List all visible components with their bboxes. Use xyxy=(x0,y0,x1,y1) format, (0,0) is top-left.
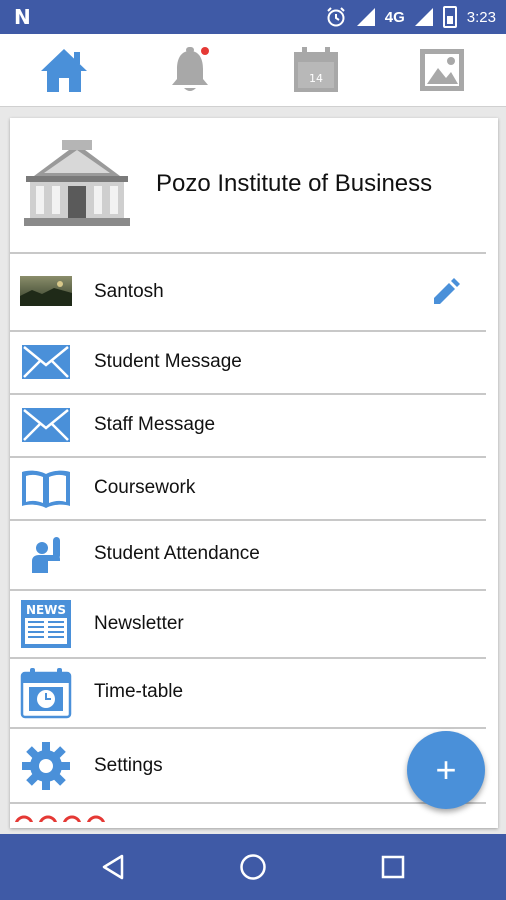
raised-hand-icon xyxy=(32,537,60,573)
menu-label: Settings xyxy=(94,755,163,776)
image-icon xyxy=(420,49,464,91)
clock: 3:23 xyxy=(466,8,496,26)
recents-button[interactable] xyxy=(376,850,410,884)
envelope-icon xyxy=(22,345,70,379)
menu-label: Newsletter xyxy=(94,613,184,634)
calendar-day: 14 xyxy=(309,72,323,85)
news-icon-text: NEWS xyxy=(26,603,66,617)
top-tab-bar: 14 xyxy=(0,34,506,107)
menu-label: Time-table xyxy=(94,681,184,702)
home-icon xyxy=(41,49,87,92)
drawer-header: Pozo Institute of Business xyxy=(10,118,486,254)
add-fab-button[interactable]: + xyxy=(407,731,485,809)
edit-profile-button[interactable] xyxy=(430,278,462,308)
signal-icon xyxy=(356,8,375,26)
tab-gallery[interactable] xyxy=(416,44,468,96)
calendar-clock-icon xyxy=(20,668,72,719)
navigation-drawer: Pozo Institute of Business Santosh Stude… xyxy=(10,118,498,828)
newspaper-icon: NEWS xyxy=(21,600,71,648)
status-icons: 4G 3:23 xyxy=(325,4,496,30)
signal-icon-2 xyxy=(414,8,433,26)
profile-photo xyxy=(20,276,72,306)
back-button[interactable] xyxy=(96,850,130,884)
menu-item-newsletter[interactable]: NEWS Newsletter xyxy=(10,591,486,659)
menu-label: Student Attendance xyxy=(94,543,260,564)
menu-label: Staff Message xyxy=(94,414,216,435)
menu-item-student-message[interactable]: Student Message xyxy=(10,332,486,395)
home-button[interactable] xyxy=(236,850,270,884)
institute-name: Pozo Institute of Business xyxy=(156,170,433,197)
system-navigation-bar xyxy=(0,834,506,900)
menu-item-time-table[interactable]: Time-table xyxy=(10,659,486,729)
back-triangle-icon xyxy=(102,854,124,880)
calendar-icon: 14 xyxy=(294,47,338,92)
tab-home[interactable] xyxy=(38,44,90,96)
menu-item-coursework[interactable]: Coursework xyxy=(10,458,486,521)
status-bar: N 4G 3:23 xyxy=(0,0,506,34)
institute-building-icon xyxy=(24,140,130,226)
tab-calendar[interactable]: 14 xyxy=(290,44,342,96)
next-item-icon-peek xyxy=(14,812,114,822)
menu-label: Student Message xyxy=(94,351,242,372)
menu-item-staff-message[interactable]: Staff Message xyxy=(10,395,486,458)
menu-item-student-attendance[interactable]: Student Attendance xyxy=(10,521,486,591)
notification-n-icon: N xyxy=(14,5,31,29)
envelope-icon xyxy=(22,408,70,442)
profile-row[interactable]: Santosh xyxy=(10,254,486,332)
network-type: 4G xyxy=(384,8,405,26)
alarm-icon xyxy=(327,7,345,27)
book-icon xyxy=(22,470,70,508)
bell-icon xyxy=(172,47,209,91)
gear-icon xyxy=(22,742,70,790)
tab-notifications[interactable] xyxy=(164,44,216,96)
recents-square-icon xyxy=(381,855,405,879)
menu-label: Coursework xyxy=(94,477,196,498)
home-circle-icon xyxy=(240,854,266,880)
profile-name: Santosh xyxy=(94,281,164,302)
pencil-icon xyxy=(434,278,460,304)
battery-icon xyxy=(442,6,457,28)
